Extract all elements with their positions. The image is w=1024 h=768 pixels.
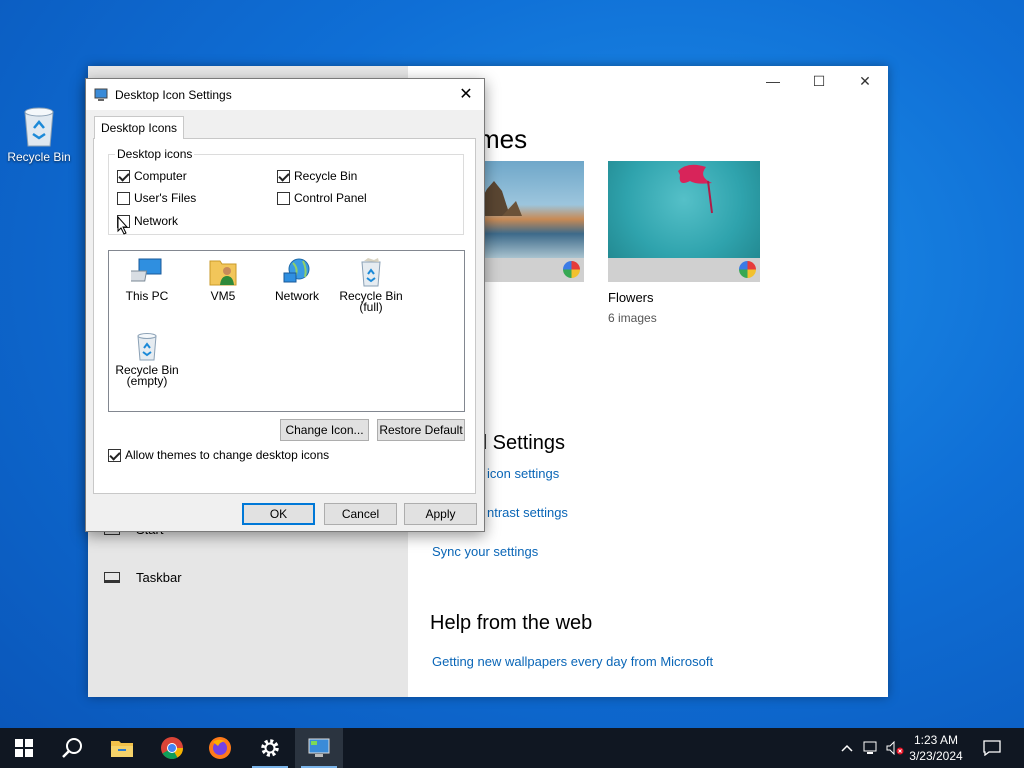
change-icon-button[interactable]: Change Icon...: [280, 419, 369, 441]
wallpapers-help-link[interactable]: Getting new wallpapers every day from Mi…: [432, 654, 713, 669]
checkbox-box[interactable]: [117, 169, 130, 183]
action-center-button[interactable]: [978, 728, 1006, 768]
sync-settings-link[interactable]: Sync your settings: [432, 544, 538, 559]
recycle-bin-icon: [24, 107, 54, 147]
file-explorer-icon: [111, 741, 133, 757]
icon-item-recycle-bin-empty[interactable]: Recycle Bin (empty): [109, 331, 185, 387]
volume-tray-button[interactable]: [884, 728, 906, 768]
network-tray-button[interactable]: [860, 728, 882, 768]
desktop-icon-settings-link[interactable]: icon settings: [487, 466, 559, 481]
sidebar-item-label: Taskbar: [136, 570, 182, 585]
checkbox-label: User's Files: [134, 191, 197, 205]
taskbar-icon: [104, 572, 120, 583]
firefox-button[interactable]: [196, 728, 244, 768]
icon-item-label: Network: [274, 289, 319, 303]
help-heading: Help from the web: [430, 612, 593, 634]
checkbox-recycle-bin[interactable]: Recycle Bin: [277, 169, 357, 183]
show-hidden-icons-button[interactable]: [836, 728, 858, 768]
checkbox-users-files[interactable]: User's Files: [117, 191, 196, 205]
notification-icon: [983, 740, 1001, 756]
desktop-recycle-bin-label: Recycle Bin: [7, 150, 71, 164]
desktop-recycle-bin[interactable]: Recycle Bin: [6, 104, 72, 164]
start-icon: [15, 739, 33, 757]
tab-desktop-icons[interactable]: Desktop Icons: [94, 116, 185, 139]
recycle-bin-full-icon: [361, 258, 381, 287]
theme-preview-image: [608, 161, 760, 258]
icon-item-label: Recycle Bin (full): [339, 289, 403, 314]
cancel-button[interactable]: Cancel: [324, 503, 397, 525]
desktop-icon-settings-dialog: Desktop Icon Settings ✕ Desktop Icons De…: [85, 78, 485, 532]
icon-item-users-files[interactable]: VM5: [185, 257, 261, 302]
checkbox-label: Network: [134, 214, 179, 228]
restore-default-button[interactable]: Restore Default: [377, 419, 465, 441]
checkbox-box[interactable]: [277, 169, 290, 183]
theme-image-count: 6 images: [608, 311, 657, 325]
checkbox-control-panel[interactable]: Control Panel: [277, 191, 367, 205]
search-button[interactable]: [48, 728, 96, 768]
desktop-icon-settings-taskbar-button[interactable]: [295, 728, 343, 768]
color-wheel-icon: [739, 261, 756, 278]
icon-item-this-pc[interactable]: This PC: [109, 257, 185, 302]
icon-item-network[interactable]: Network: [259, 257, 335, 302]
theme-name: Flowers: [608, 290, 654, 305]
clock-time: 1:23 AM: [913, 733, 959, 747]
dialog-title-bar[interactable]: Desktop Icon Settings ✕: [86, 79, 484, 110]
volume-muted-icon: [886, 741, 904, 755]
apply-button[interactable]: Apply: [404, 503, 477, 525]
checkbox-allow-themes[interactable]: Allow themes to change desktop icons: [108, 448, 329, 462]
theme-card-flowers[interactable]: Flowers 6 images: [608, 161, 760, 325]
high-contrast-settings-link[interactable]: ntrast settings: [487, 505, 568, 520]
checkbox-box[interactable]: [108, 448, 121, 462]
icon-list[interactable]: This PC VM5 Network Recycle Bin (full) R…: [108, 250, 465, 412]
taskbar: 1:23 AM 3/23/2024: [0, 728, 1024, 768]
dialog-close-button[interactable]: ✕: [456, 84, 476, 104]
settings-gear-icon: [261, 739, 279, 757]
mouse-cursor-icon: [117, 216, 129, 235]
dialog-title: Desktop Icon Settings: [115, 87, 232, 102]
desktop-icon-settings-icon: [94, 88, 108, 101]
ok-button[interactable]: OK: [242, 503, 315, 525]
recycle-bin-empty-icon: [137, 333, 157, 361]
group-label: Desktop icons: [115, 147, 195, 161]
start-button[interactable]: [0, 728, 48, 768]
chevron-up-icon: [841, 744, 853, 752]
user-folder-icon: [209, 260, 237, 286]
network-icon: [863, 741, 877, 754]
chrome-button[interactable]: [148, 728, 196, 768]
tab-panel: Desktop icons Computer Recycle Bin User'…: [93, 138, 476, 494]
icon-item-recycle-bin-full[interactable]: Recycle Bin (full): [333, 257, 409, 313]
checkbox-label: Control Panel: [294, 191, 367, 205]
checkbox-computer[interactable]: Computer: [117, 169, 187, 183]
network-globe-icon: [283, 258, 310, 283]
sidebar-item-taskbar[interactable]: Taskbar: [104, 570, 182, 585]
settings-button[interactable]: [246, 728, 294, 768]
file-explorer-button[interactable]: [98, 728, 146, 768]
checkbox-box[interactable]: [117, 191, 130, 205]
checkbox-label: Computer: [134, 169, 187, 183]
desktop-icons-group: Desktop icons Computer Recycle Bin User'…: [108, 147, 464, 235]
taskbar-clock[interactable]: 1:23 AM 3/23/2024: [906, 732, 966, 764]
search-icon: [62, 738, 82, 758]
icon-item-label: VM5: [210, 289, 236, 303]
checkbox-box[interactable]: [277, 191, 290, 205]
related-settings-heading: d Settings: [476, 432, 565, 454]
desktop-icon-settings-icon: [308, 738, 330, 757]
checkbox-label: Recycle Bin: [294, 169, 358, 183]
icon-item-label: This PC: [125, 289, 169, 303]
icon-item-label: Recycle Bin (empty): [115, 363, 179, 388]
themes-heading: mes: [478, 124, 528, 154]
clock-date: 3/23/2024: [909, 749, 963, 763]
chrome-icon: [161, 737, 183, 759]
this-pc-icon: [131, 258, 162, 282]
firefox-icon: [209, 737, 231, 759]
color-wheel-icon: [563, 261, 580, 278]
checkbox-label: Allow themes to change desktop icons: [125, 448, 330, 462]
